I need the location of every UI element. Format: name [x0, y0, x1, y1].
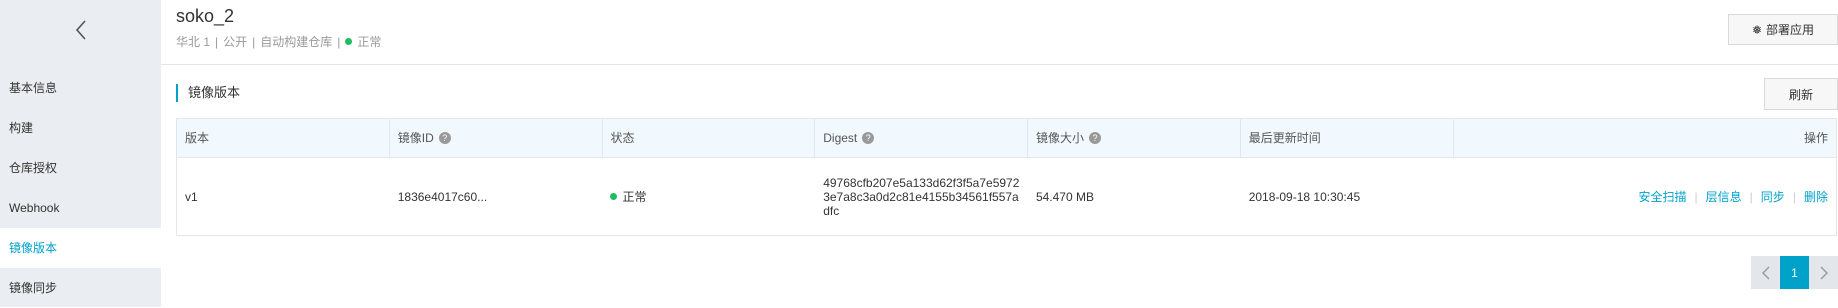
sidebar-nav: 基本信息 构建 仓库授权 Webhook 镜像版本 镜像同步 — [0, 68, 161, 308]
cell-actions: 安全扫描 | 层信息 | 同步 | 删除 — [1453, 158, 1836, 235]
col-image-id: 镜像ID? — [390, 119, 603, 157]
page-header: soko_2 华北 1 | 公开 | 自动构建仓库 | 正常 — [161, 0, 1838, 65]
cell-updated: 2018-09-18 10:30:45 — [1248, 189, 1361, 204]
repo-status-text: 正常 — [357, 35, 382, 49]
cell-digest: 49768cfb207e5a133d62f3f5a7e59723e7a8c3a0… — [823, 175, 1020, 218]
image-version-table: 版本 镜像ID? 状态 Digest? 镜像大小? 最后更新时间 操作 v1 1… — [176, 118, 1837, 236]
help-icon[interactable]: ? — [862, 132, 875, 144]
delete-link[interactable]: 删除 — [1804, 188, 1828, 205]
meta-separator: | — [337, 34, 341, 49]
status-dot-icon — [345, 38, 353, 45]
repo-meta: 华北 1 | 公开 | 自动构建仓库 | 正常 — [176, 33, 381, 50]
col-updated-label: 最后更新时间 — [1248, 131, 1321, 145]
col-actions-label: 操作 — [1804, 131, 1829, 145]
meta-separator: | — [252, 34, 256, 49]
page-number-current[interactable]: 1 — [1780, 256, 1809, 289]
cell-size: 54.470 MB — [1035, 189, 1094, 204]
back-chevron-icon — [75, 20, 86, 40]
pagination: 1 — [1751, 256, 1838, 289]
sidebar-item-repo-auth[interactable]: 仓库授权 — [0, 148, 161, 188]
col-version: 版本 — [177, 119, 390, 157]
sync-link[interactable]: 同步 — [1761, 188, 1785, 205]
col-size: 镜像大小? — [1028, 119, 1241, 157]
col-status-label: 状态 — [610, 131, 635, 145]
next-page-icon — [1820, 266, 1828, 279]
sidebar-item-image-versions[interactable]: 镜像版本 — [0, 228, 161, 268]
prev-page-icon — [1761, 266, 1769, 279]
deploy-app-button[interactable]: ❅ 部署应用 — [1728, 14, 1838, 45]
region-text: 华北 1 — [176, 35, 211, 49]
meta-separator: | — [215, 34, 219, 49]
deploy-app-label: 部署应用 — [1766, 23, 1815, 37]
layer-info-link[interactable]: 层信息 — [1706, 188, 1742, 205]
build-type-text: 自动构建仓库 — [260, 35, 333, 49]
col-size-label: 镜像大小 — [1036, 131, 1085, 145]
col-digest: Digest? — [815, 119, 1028, 157]
sidebar-item-webhook[interactable]: Webhook — [0, 188, 161, 228]
visibility-text: 公开 — [223, 35, 248, 49]
cell-image-id: 1836e4017c60... — [397, 189, 488, 204]
help-icon[interactable]: ? — [1089, 132, 1102, 144]
status-dot-icon — [610, 193, 618, 200]
col-status: 状态 — [603, 119, 816, 157]
sidebar-item-basic-info[interactable]: 基本信息 — [0, 68, 161, 108]
col-actions: 操作 — [1454, 119, 1837, 157]
col-version-label: 版本 — [185, 131, 210, 145]
next-page-button[interactable] — [1809, 256, 1838, 289]
action-separator: | — [1694, 189, 1698, 204]
cell-status: 正常 — [602, 158, 815, 235]
section-title: 镜像版本 — [176, 84, 240, 102]
cell-version: v1 — [185, 189, 198, 204]
table-header: 版本 镜像ID? 状态 Digest? 镜像大小? 最后更新时间 操作 — [177, 119, 1836, 158]
page-title: soko_2 — [176, 6, 235, 26]
sidebar-item-image-sync[interactable]: 镜像同步 — [0, 268, 161, 308]
deploy-icon: ❅ — [1751, 22, 1763, 37]
cell-status-text: 正常 — [622, 190, 647, 204]
security-scan-link[interactable]: 安全扫描 — [1639, 188, 1687, 205]
refresh-button[interactable]: 刷新 — [1764, 78, 1838, 110]
help-icon[interactable]: ? — [438, 132, 451, 144]
col-updated: 最后更新时间 — [1241, 119, 1454, 157]
action-separator: | — [1792, 189, 1796, 204]
sidebar-item-build[interactable]: 构建 — [0, 108, 161, 148]
col-digest-label: Digest — [823, 131, 858, 145]
prev-page-button[interactable] — [1751, 256, 1780, 289]
action-separator: | — [1749, 189, 1753, 204]
back-button[interactable] — [0, 0, 161, 60]
col-image-id-label: 镜像ID — [397, 131, 434, 145]
table-row: v1 1836e4017c60... 正常 49768cfb207e5a133d… — [177, 158, 1836, 235]
sidebar: 基本信息 构建 仓库授权 Webhook 镜像版本 镜像同步 — [0, 0, 161, 307]
